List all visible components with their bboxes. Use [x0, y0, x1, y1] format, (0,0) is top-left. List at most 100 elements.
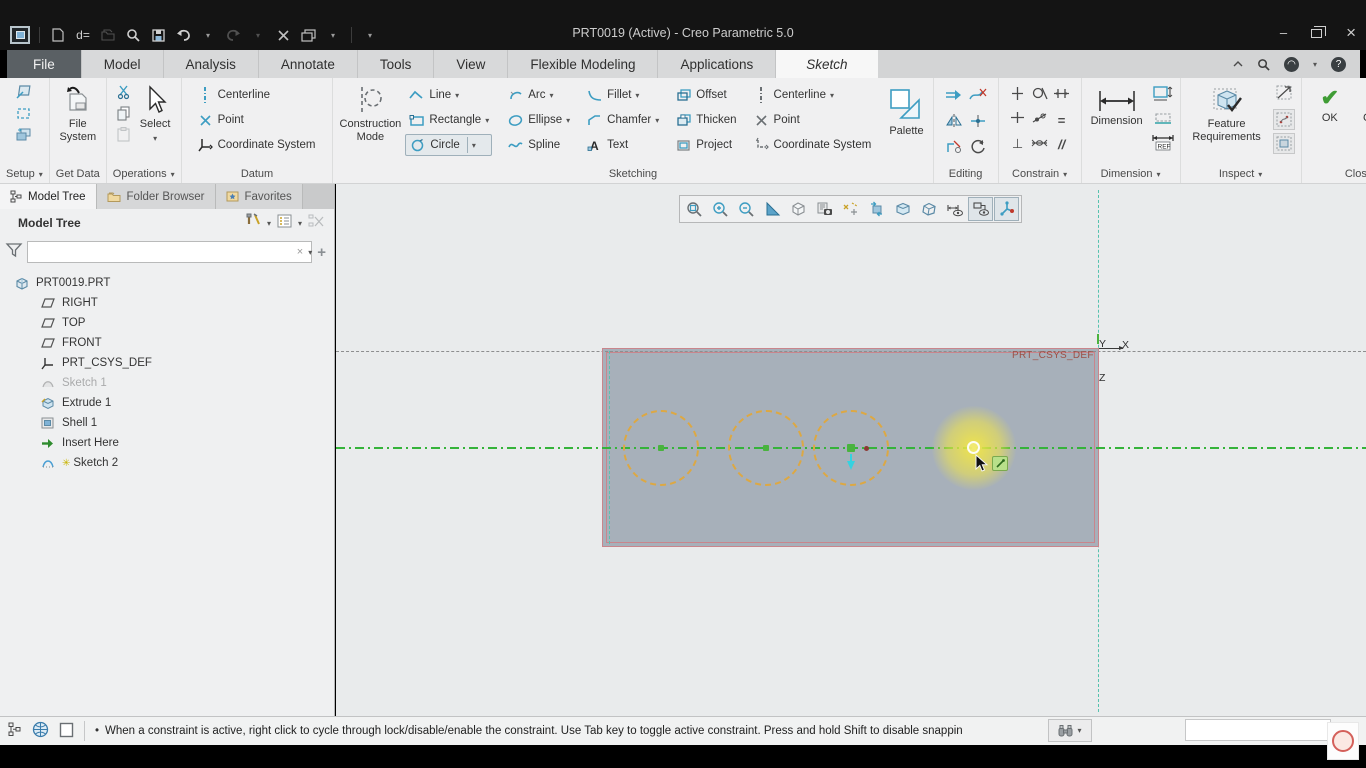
ok-button[interactable]: ✔ OK — [1316, 84, 1344, 128]
find-tool[interactable]: ▾ — [1048, 719, 1092, 742]
tab-view[interactable]: View — [434, 50, 508, 78]
chamfer-button[interactable]: Chamfer▾ — [583, 109, 662, 131]
perpendicular-constraint-icon[interactable]: ⊥ — [1012, 136, 1023, 152]
corner-trim-icon[interactable] — [946, 140, 962, 159]
tree-item-insert-here[interactable]: Insert Here — [0, 433, 334, 453]
perimeter-dimension-icon[interactable] — [1153, 86, 1173, 108]
collapse-ribbon-icon[interactable] — [1233, 61, 1243, 67]
symmetric-constraint-icon[interactable] — [1031, 135, 1048, 153]
feature-requirements-button[interactable]: Feature Requirements — [1185, 82, 1269, 146]
delete-segment-icon[interactable] — [969, 88, 987, 107]
full-window-icon[interactable] — [59, 722, 74, 741]
parallel-constraint-icon[interactable]: // — [1058, 137, 1065, 152]
panel-tab-favorites[interactable]: Favorites — [216, 184, 303, 209]
select-button[interactable]: Select ▾ — [135, 82, 176, 146]
refit-icon[interactable] — [682, 197, 707, 221]
group-label-inspect[interactable]: Inspect▾ — [1181, 165, 1301, 183]
sketch-orientation-icon[interactable] — [994, 197, 1019, 221]
tab-file[interactable]: File — [7, 50, 82, 78]
resource-dropdown[interactable]: ▾ — [1313, 60, 1317, 69]
graphics-area[interactable]: PRT_CSYS_DEF Y X Z — [336, 184, 1366, 716]
tab-sketch[interactable]: Sketch — [776, 50, 877, 78]
tree-item-sketch2[interactable]: ✳Sketch 2 — [0, 453, 334, 473]
view-reorient-icon[interactable] — [864, 197, 889, 221]
mirror-icon[interactable] — [945, 114, 963, 133]
filter-clear-icon[interactable]: × — [297, 246, 303, 258]
sketch-point-button[interactable]: Point — [750, 109, 875, 131]
spline-button[interactable]: Spline — [504, 134, 573, 156]
vertical-constraint-icon[interactable] — [1010, 86, 1025, 106]
tab-flexible-modeling[interactable]: Flexible Modeling — [508, 50, 658, 78]
rectangle-button[interactable]: Rectangle▾ — [405, 109, 492, 131]
ellipse-button[interactable]: Ellipse▾ — [504, 109, 573, 131]
filter-icon[interactable] — [6, 243, 22, 262]
tree-item-csys[interactable]: PRT_CSYS_DEF — [0, 353, 334, 373]
tangent-constraint-icon[interactable] — [1032, 86, 1048, 106]
tree-settings-icon[interactable] — [277, 214, 292, 233]
tree-settings-dropdown[interactable]: ▾ — [298, 219, 302, 228]
datum-point-button[interactable]: Point — [194, 109, 319, 131]
reference-dimension-icon[interactable]: REF — [1152, 134, 1174, 155]
baseline-dimension-icon[interactable] — [1153, 112, 1173, 130]
datum-display-filters-icon[interactable] — [838, 197, 863, 221]
close-button[interactable]: × — [1346, 26, 1356, 40]
repaint-icon[interactable] — [760, 197, 785, 221]
panel-tab-folder-browser[interactable]: Folder Browser — [97, 184, 216, 209]
tree-filter-input[interactable] — [27, 241, 312, 263]
overlapping-geometry-icon[interactable] — [1275, 84, 1293, 106]
tab-model[interactable]: Model — [82, 50, 164, 78]
fillet-button[interactable]: Fillet▾ — [583, 84, 662, 106]
circle-dropdown[interactable]: ▾ — [467, 137, 480, 153]
circle-center-3[interactable] — [847, 444, 855, 452]
status-search-input[interactable] — [1185, 719, 1331, 741]
project-button[interactable]: Project — [672, 134, 739, 156]
tab-analysis[interactable]: Analysis — [164, 50, 259, 78]
cancel-button[interactable]: ✖ Cancel — [1358, 84, 1366, 128]
dimension-button[interactable]: Dimension — [1086, 82, 1148, 131]
tree-hide-icon[interactable] — [308, 214, 324, 233]
find-dropdown[interactable]: ▾ — [1077, 726, 1081, 735]
tree-item-part[interactable]: PRT0019.PRT — [0, 273, 334, 293]
filter-dropdown[interactable]: ▾ — [308, 248, 312, 257]
help-icon[interactable]: ? — [1331, 57, 1346, 72]
tab-tools[interactable]: Tools — [358, 50, 435, 78]
sketch-centerline-button[interactable]: Centerline▾ — [750, 84, 875, 106]
group-label-constrain[interactable]: Constrain▾ — [999, 165, 1081, 183]
divide-icon[interactable] — [970, 114, 986, 133]
browser-globe-icon[interactable] — [32, 721, 49, 741]
perspective-view-icon[interactable] — [916, 197, 941, 221]
saved-orientations-icon[interactable] — [812, 197, 837, 221]
restore-button[interactable] — [1311, 29, 1322, 38]
group-label-dimension[interactable]: Dimension▾ — [1082, 165, 1180, 183]
copy-icon[interactable] — [115, 105, 133, 121]
tab-annotate[interactable]: Annotate — [259, 50, 358, 78]
tree-tools-icon[interactable] — [245, 213, 261, 233]
zoom-out-icon[interactable] — [734, 197, 759, 221]
group-label-setup[interactable]: Setup▾ — [0, 165, 49, 183]
display-style-icon[interactable] — [786, 197, 811, 221]
highlight-open-ends-icon[interactable] — [1273, 109, 1295, 130]
tree-item-sketch1[interactable]: Sketch 1 — [0, 373, 334, 393]
circle-center-2[interactable] — [763, 445, 769, 451]
shade-closed-loops-icon[interactable] — [1273, 133, 1295, 154]
construction-mode-button[interactable]: Construction Mode — [337, 82, 403, 146]
text-button[interactable]: A Text — [583, 134, 662, 156]
palette-button[interactable]: Palette — [884, 82, 928, 141]
equal-constraint-icon[interactable]: = — [1058, 113, 1066, 128]
annotation-display-icon[interactable] — [942, 197, 967, 221]
sketch-csys-button[interactable]: Coordinate System — [750, 134, 875, 156]
circle-center-1[interactable] — [658, 445, 664, 451]
offset-button[interactable]: Offset — [672, 84, 739, 106]
tab-applications[interactable]: Applications — [658, 50, 776, 78]
datum-csys-button[interactable]: Coordinate System — [194, 134, 319, 156]
group-label-operations[interactable]: Operations▾ — [107, 165, 181, 183]
select-box-icon[interactable] — [14, 105, 32, 121]
line-button[interactable]: Line▾ — [405, 84, 492, 106]
paste-icon[interactable] — [115, 126, 133, 142]
datum-centerline-button[interactable]: Centerline — [194, 84, 319, 106]
tree-item-right[interactable]: RIGHT — [0, 293, 334, 313]
filter-add-icon[interactable]: + — [317, 244, 326, 261]
sketch-setup-icon[interactable] — [14, 84, 32, 100]
toggle-model-tree-icon[interactable] — [8, 722, 22, 740]
command-search-icon[interactable] — [1257, 58, 1270, 71]
